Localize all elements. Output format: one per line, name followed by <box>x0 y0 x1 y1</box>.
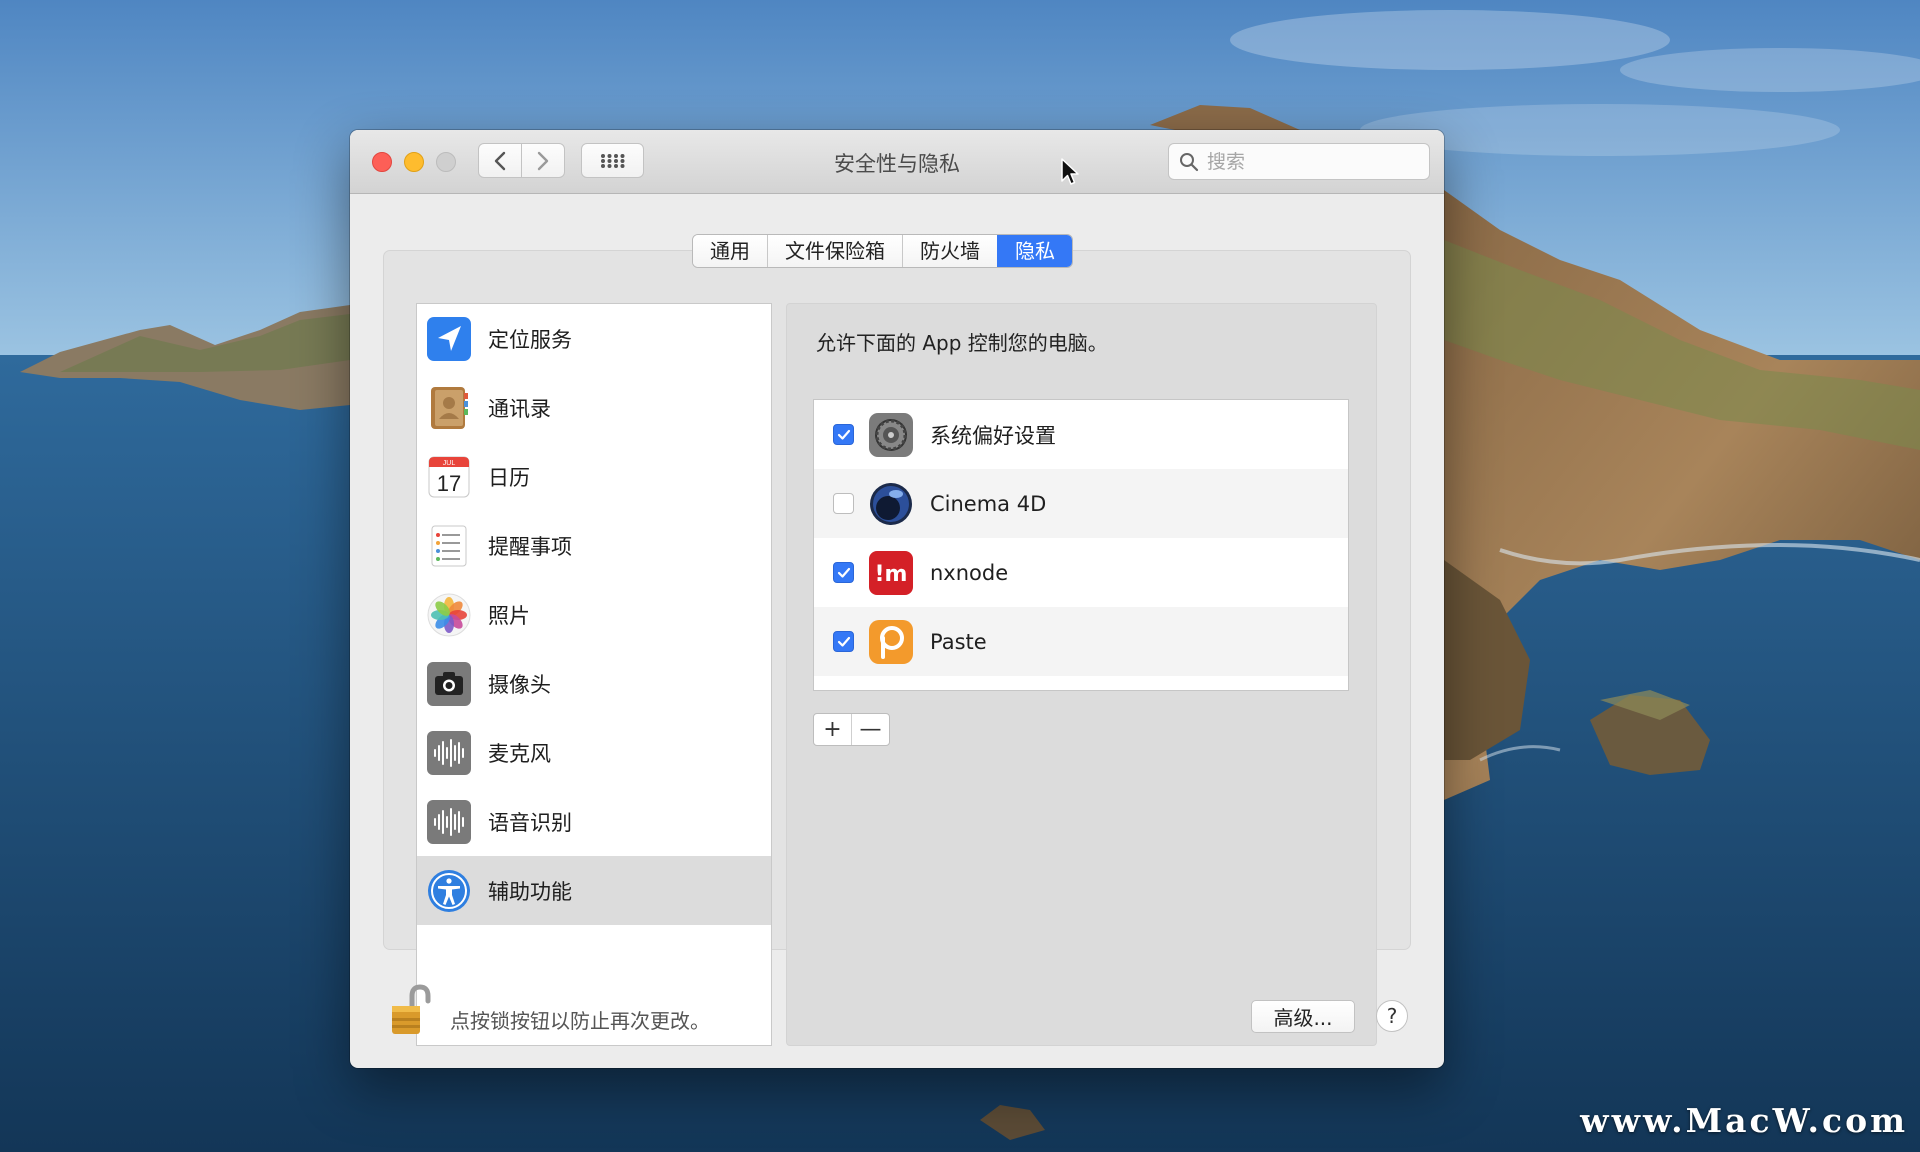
calendar-month: JUL <box>442 460 455 467</box>
category-label: 定位服务 <box>488 327 572 352</box>
watermark: www.MacW.com <box>1580 1101 1908 1140</box>
help-button[interactable]: ? <box>1376 1000 1408 1032</box>
add-remove-control: + — <box>813 713 890 746</box>
cinema4d-icon <box>867 480 914 527</box>
app-name: 系统偏好设置 <box>930 423 1056 448</box>
app-list[interactable]: 系统偏好设置 Cinema 4D !m nxnode Paste <box>813 399 1349 691</box>
remove-app-button[interactable]: — <box>851 714 889 745</box>
security-privacy-window: 安全性与隐私 通用 文件保险箱 防火墙 隐私 定位服务 <box>350 130 1444 1068</box>
category-label: 辅助功能 <box>488 879 572 904</box>
app-name: Paste <box>930 629 987 654</box>
calendar-icon: JUL 17 <box>425 453 472 500</box>
microphone-icon <box>425 729 472 776</box>
category-label: 摄像头 <box>488 672 551 697</box>
privacy-category-list[interactable]: 定位服务 通讯录 JUL 17 日历 提醒事项 照片 摄像头 麦克风 语音识别 … <box>416 303 772 1046</box>
system-preferences-icon <box>867 411 914 458</box>
nxnode-icon-text: !m <box>874 562 907 587</box>
checkmark-icon <box>837 636 850 647</box>
category-label: 麦克风 <box>488 741 551 766</box>
search-field[interactable] <box>1168 143 1430 180</box>
category-speech-recognition[interactable]: 语音识别 <box>417 787 771 856</box>
tab-firewall[interactable]: 防火墙 <box>902 235 997 267</box>
category-contacts[interactable]: 通讯录 <box>417 373 771 442</box>
app-checkbox[interactable] <box>833 631 854 652</box>
accessibility-icon <box>425 867 472 914</box>
category-camera[interactable]: 摄像头 <box>417 649 771 718</box>
category-accessibility[interactable]: 辅助功能 <box>417 856 771 925</box>
app-row-paste[interactable]: Paste <box>814 607 1348 676</box>
speech-recognition-icon <box>425 798 472 845</box>
search-input[interactable] <box>1205 149 1419 174</box>
tab-bar: 通用 文件保险箱 防火墙 隐私 <box>692 234 1073 268</box>
app-name: Cinema 4D <box>930 491 1047 516</box>
checkmark-icon <box>837 567 850 578</box>
titlebar: 安全性与隐私 <box>350 130 1444 194</box>
app-checkbox[interactable] <box>833 424 854 445</box>
add-app-button[interactable]: + <box>814 714 851 745</box>
unlocked-padlock-icon <box>392 984 431 1034</box>
search-icon <box>1180 152 1199 171</box>
nxnode-icon: !m <box>867 549 914 596</box>
photos-icon <box>425 591 472 638</box>
category-reminders[interactable]: 提醒事项 <box>417 511 771 580</box>
checkmark-icon <box>837 429 850 440</box>
accessibility-pane: 允许下面的 App 控制您的电脑。 系统偏好设置 Cinema 4D !m nx… <box>786 303 1377 1046</box>
lock-button[interactable] <box>383 982 437 1038</box>
category-label: 日历 <box>488 465 530 490</box>
advanced-button[interactable]: 高级... <box>1251 1000 1355 1033</box>
app-row-cinema4d[interactable]: Cinema 4D <box>814 469 1348 538</box>
pane-description: 允许下面的 App 控制您的电脑。 <box>816 331 1108 355</box>
contacts-icon <box>425 384 472 431</box>
category-label: 提醒事项 <box>488 534 572 559</box>
tab-privacy[interactable]: 隐私 <box>997 235 1072 267</box>
category-location-services[interactable]: 定位服务 <box>417 304 771 373</box>
app-checkbox[interactable] <box>833 562 854 583</box>
lock-hint-text: 点按锁按钮以防止再次更改。 <box>450 1009 710 1033</box>
category-label: 通讯录 <box>488 396 551 421</box>
reminders-icon <box>425 522 472 569</box>
tab-general[interactable]: 通用 <box>693 235 767 267</box>
category-label: 照片 <box>488 603 530 628</box>
paste-icon <box>867 618 914 665</box>
mouse-pointer-icon <box>1061 158 1079 185</box>
category-microphone[interactable]: 麦克风 <box>417 718 771 787</box>
category-calendar[interactable]: JUL 17 日历 <box>417 442 771 511</box>
category-photos[interactable]: 照片 <box>417 580 771 649</box>
app-checkbox[interactable] <box>833 493 854 514</box>
category-label: 语音识别 <box>488 810 572 835</box>
tab-filevault[interactable]: 文件保险箱 <box>767 235 902 267</box>
camera-icon <box>425 660 472 707</box>
location-icon <box>425 315 472 362</box>
app-name: nxnode <box>930 560 1009 585</box>
app-row-nxnode[interactable]: !m nxnode <box>814 538 1348 607</box>
app-row-system-preferences[interactable]: 系统偏好设置 <box>814 400 1348 469</box>
calendar-day: 17 <box>436 471 460 496</box>
